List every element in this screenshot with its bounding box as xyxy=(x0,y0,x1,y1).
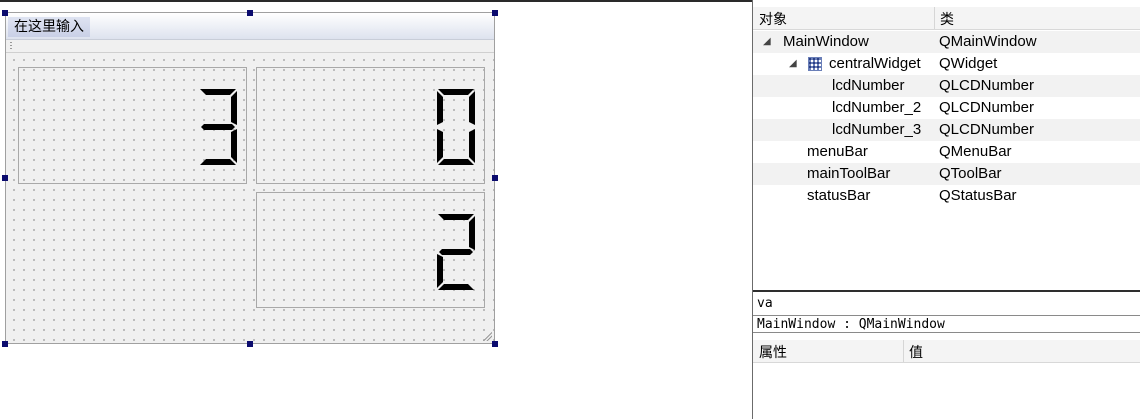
tree-row-menubar[interactable]: menuBar QMenuBar xyxy=(753,141,1140,163)
grid-layout-icon xyxy=(808,57,822,71)
object-name: mainToolBar xyxy=(807,165,891,182)
tree-row-statusbar[interactable]: statusBar QStatusBar xyxy=(753,185,1140,207)
main-tool-bar[interactable] xyxy=(6,40,494,53)
menu-type-here-placeholder[interactable]: 在这里输入 xyxy=(8,17,90,37)
column-divider[interactable] xyxy=(903,340,904,362)
object-class: QMenuBar xyxy=(939,143,1012,160)
expand-arrow-icon[interactable]: ◢ xyxy=(789,53,797,75)
central-widget[interactable] xyxy=(6,53,494,343)
designer-canvas[interactable]: 在这里输入 xyxy=(0,0,752,419)
object-name: centralWidget xyxy=(829,55,921,72)
property-editor-class-label: MainWindow : QMainWindow xyxy=(753,315,1140,333)
selection-handle-right[interactable] xyxy=(492,175,498,181)
lcd-number-1[interactable] xyxy=(18,67,247,184)
column-header-object[interactable]: 对象 xyxy=(759,9,787,29)
object-name: lcdNumber_3 xyxy=(832,121,922,138)
property-editor-header: 属性 值 xyxy=(753,340,1140,363)
panel-splitter[interactable] xyxy=(753,290,1140,292)
tree-row-centralwidget[interactable]: ◢ centralWidget QWidget xyxy=(753,53,1140,75)
object-class: QStatusBar xyxy=(939,187,1017,204)
selection-handle-bottom-right[interactable] xyxy=(492,341,498,347)
selection-handle-left[interactable] xyxy=(2,175,8,181)
object-name: lcdNumber_2 xyxy=(832,99,922,116)
column-divider[interactable] xyxy=(934,7,935,29)
toolbar-grip-handle[interactable] xyxy=(10,42,12,50)
object-class: QLCDNumber xyxy=(939,77,1035,94)
selection-handle-top-left[interactable] xyxy=(2,10,8,16)
selection-handle-bottom[interactable] xyxy=(247,341,253,347)
lcd-number-2[interactable] xyxy=(256,67,485,184)
lcd-digit-0 xyxy=(437,89,475,165)
object-class: QToolBar xyxy=(939,165,1002,182)
lcd-digit-2 xyxy=(437,214,475,290)
object-name: menuBar xyxy=(807,143,868,160)
object-name: lcdNumber xyxy=(832,77,905,94)
object-class: QLCDNumber xyxy=(939,99,1035,116)
object-class: QWidget xyxy=(939,55,998,72)
resize-grip-icon[interactable] xyxy=(482,331,492,341)
object-class: QMainWindow xyxy=(939,33,1037,50)
lcd-number-3[interactable] xyxy=(256,192,485,308)
property-filter-input[interactable] xyxy=(755,293,1140,313)
expand-arrow-icon[interactable]: ◢ xyxy=(763,31,771,53)
object-name: MainWindow xyxy=(783,33,869,50)
column-header-value[interactable]: 值 xyxy=(909,342,923,362)
column-header-property[interactable]: 属性 xyxy=(759,342,787,362)
tree-row-lcdnumber[interactable]: lcdNumber QLCDNumber xyxy=(753,75,1140,97)
tree-row-lcdnumber-2[interactable]: lcdNumber_2 QLCDNumber xyxy=(753,97,1140,119)
column-header-class[interactable]: 类 xyxy=(940,9,954,29)
tree-row-mainwindow[interactable]: ◢ MainWindow QMainWindow xyxy=(753,31,1140,53)
menu-bar[interactable]: 在这里输入 xyxy=(6,13,494,40)
object-inspector-header: 对象 类 xyxy=(753,7,1140,30)
lcd-digit-3 xyxy=(200,89,237,165)
tree-row-maintoolbar[interactable]: mainToolBar QToolBar xyxy=(753,163,1140,185)
selection-handle-bottom-left[interactable] xyxy=(2,341,8,347)
selection-handle-top[interactable] xyxy=(247,10,253,16)
object-name: statusBar xyxy=(807,187,871,204)
object-class: QLCDNumber xyxy=(939,121,1035,138)
main-window-form[interactable]: 在这里输入 xyxy=(5,12,495,344)
right-dock-panels: 对象 类 ◢ MainWindow QMainWindow ◢ centralW… xyxy=(752,0,1140,419)
tree-row-lcdnumber-3[interactable]: lcdNumber_3 QLCDNumber xyxy=(753,119,1140,141)
selection-handle-top-right[interactable] xyxy=(492,10,498,16)
